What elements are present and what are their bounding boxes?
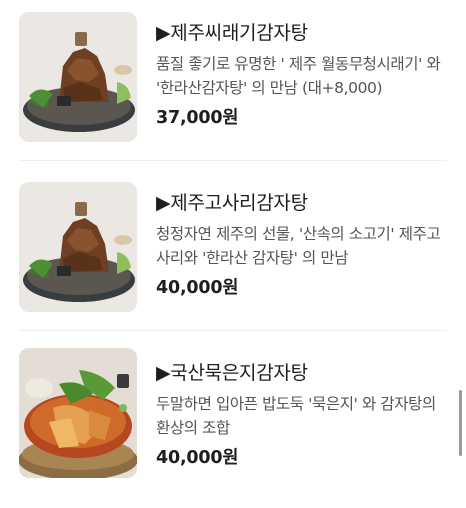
menu-item-price: 37,000원 bbox=[156, 108, 239, 128]
menu-item-name[interactable]: ▶제주씨래기감자탕 bbox=[156, 20, 454, 46]
divider bbox=[19, 330, 447, 331]
scrollbar[interactable] bbox=[459, 390, 462, 456]
menu-item-info: ▶제주씨래기감자탕 품질 좋기로 유명한 ' 제주 월동무청시래기' 와 '한라… bbox=[156, 20, 454, 131]
stew-dish-image bbox=[19, 182, 137, 312]
menu-item-description: 두말하면 입아픈 밥도둑 '묵은지' 와 감자탕의 환상의 조합 bbox=[156, 395, 436, 437]
menu-item-info: ▶제주고사리감자탕 청정자연 제주의 선물, '산속의 소고기' 제주고사리와 … bbox=[156, 190, 454, 301]
kimchi-stew-image bbox=[19, 348, 137, 478]
menu-item[interactable]: ▶제주고사리감자탕 청정자연 제주의 선물, '산속의 소고기' 제주고사리와 … bbox=[0, 170, 466, 338]
stew-dish-image bbox=[19, 12, 137, 142]
menu-item-info: ▶국산묵은지감자탕 두말하면 입아픈 밥도둑 '묵은지' 와 감자탕의 환상의 … bbox=[156, 360, 454, 471]
menu-item-description: 품질 좋기로 유명한 ' 제주 월동무청시래기' 와 '한라산감자탕' 의 만남… bbox=[156, 55, 441, 97]
menu-item-description: 청정자연 제주의 선물, '산속의 소고기' 제주고사리와 '한라산 감자탕' … bbox=[156, 225, 441, 267]
menu-item-price: 40,000원 bbox=[156, 448, 239, 468]
menu-item[interactable]: ▶국산묵은지감자탕 두말하면 입아픈 밥도둑 '묵은지' 와 감자탕의 환상의 … bbox=[0, 340, 466, 508]
menu-item[interactable]: ▶제주씨래기감자탕 품질 좋기로 유명한 ' 제주 월동무청시래기' 와 '한라… bbox=[0, 0, 466, 168]
menu-item-image[interactable] bbox=[19, 348, 137, 478]
menu-item-name[interactable]: ▶제주고사리감자탕 bbox=[156, 190, 454, 216]
menu-item-price: 40,000원 bbox=[156, 278, 239, 298]
menu-item-name[interactable]: ▶국산묵은지감자탕 bbox=[156, 360, 454, 386]
divider bbox=[19, 160, 447, 161]
menu-item-image[interactable] bbox=[19, 182, 137, 312]
menu-item-image[interactable] bbox=[19, 12, 137, 142]
